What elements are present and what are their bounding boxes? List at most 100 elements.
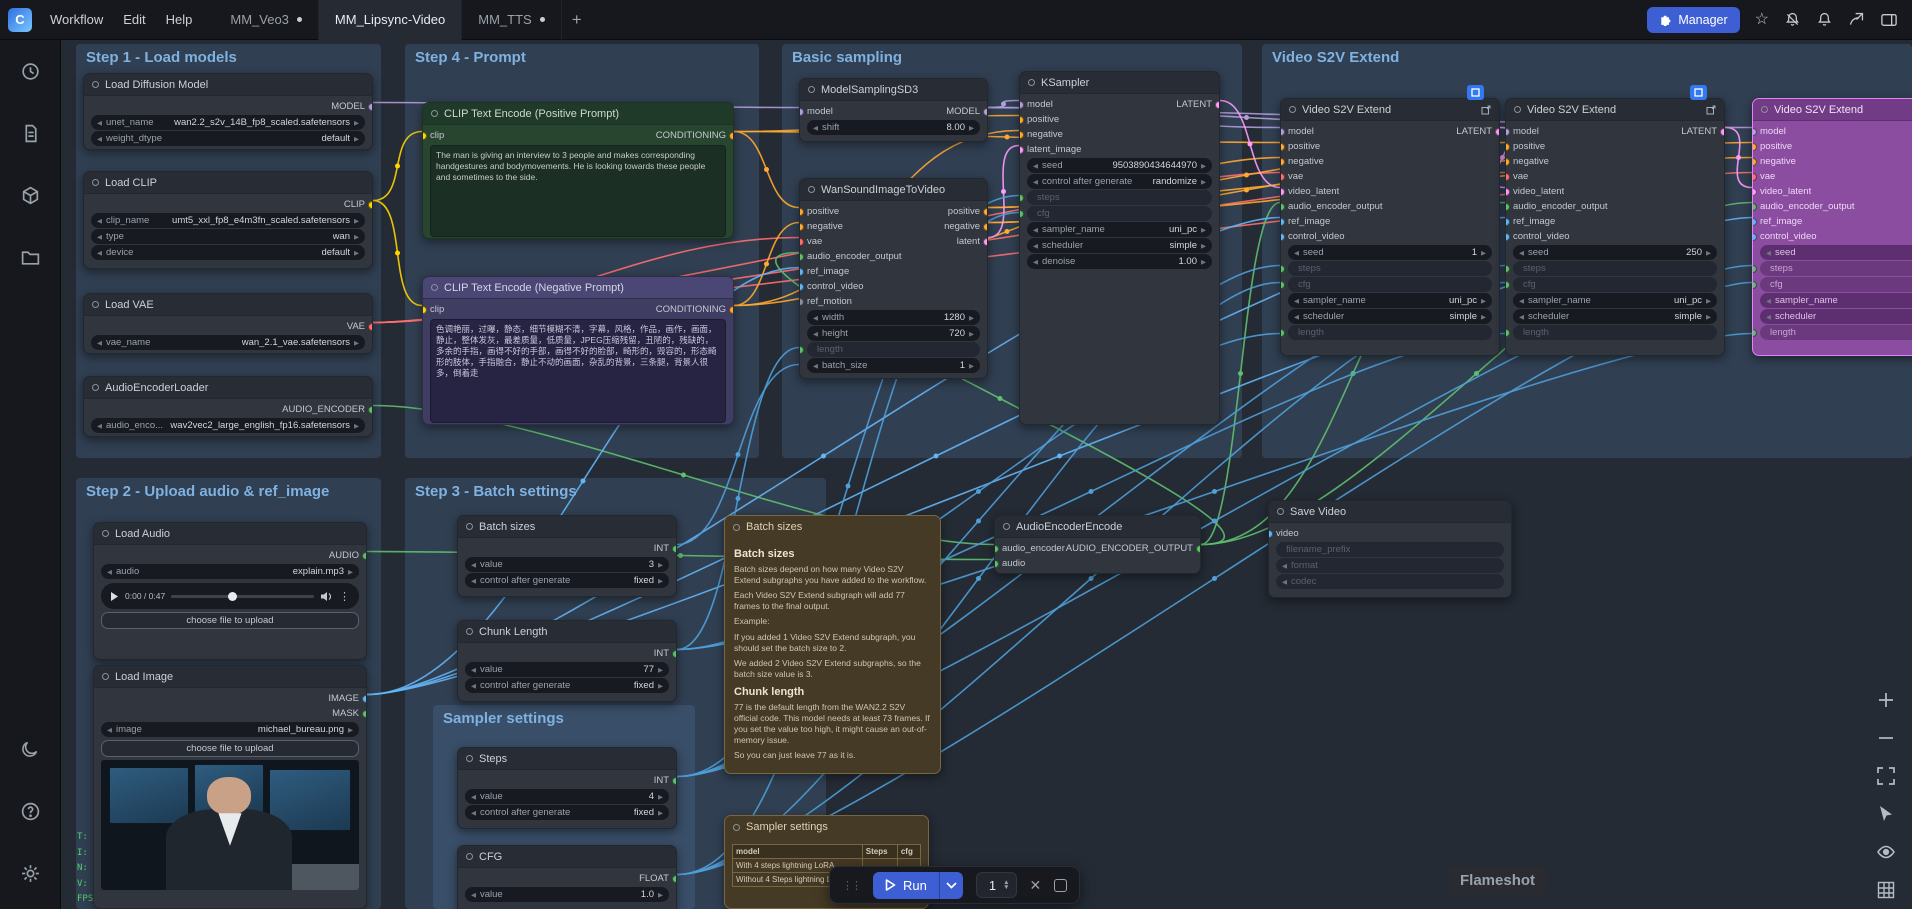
- widget-weight-dtype[interactable]: ◀weight_dtypedefault▶: [91, 131, 365, 146]
- decrement-arrow-icon[interactable]: ◀: [471, 666, 476, 674]
- node-clip-text-encode-positive[interactable]: CLIP Text Encode (Positive Prompt)clipCO…: [422, 102, 734, 239]
- output-port[interactable]: [983, 238, 988, 246]
- input-port[interactable]: [1280, 265, 1285, 273]
- node-header[interactable]: Load Image: [94, 666, 366, 688]
- node-video-s2v-extend-2[interactable]: Video S2V ExtendmodelLATENTpositivenegat…: [1505, 98, 1725, 356]
- node-graph-canvas[interactable]: T: 0.I: 0.N: 6.V: 1.FPS Step 1 - Load mo…: [0, 0, 1912, 909]
- node-header[interactable]: KSampler: [1020, 72, 1219, 94]
- theme-moon-icon[interactable]: [18, 737, 42, 761]
- open-subgraph-icon[interactable]: [1706, 105, 1716, 115]
- output-port[interactable]: [368, 406, 373, 414]
- decrement-arrow-icon[interactable]: ◀: [471, 809, 476, 817]
- output-port[interactable]: [362, 552, 367, 560]
- node-ksampler[interactable]: KSamplermodelLATENTpositivenegativelaten…: [1019, 71, 1220, 425]
- input-port[interactable]: [1752, 203, 1757, 211]
- widget-format[interactable]: ◀format: [1276, 558, 1504, 573]
- increment-arrow-icon[interactable]: ▶: [354, 233, 359, 241]
- widget-scheduler[interactable]: ◀schedulersimple▶: [1288, 309, 1492, 324]
- input-port[interactable]: [799, 268, 804, 276]
- node-batch-sizes[interactable]: Batch sizesINT◀value3▶◀control after gen…: [457, 515, 677, 597]
- increment-arrow-icon[interactable]: ▶: [658, 793, 663, 801]
- widget-steps[interactable]: steps: [1027, 190, 1212, 205]
- node-wan-sound-image-to-video[interactable]: WanSoundImageToVideopositivepositivenega…: [799, 178, 988, 379]
- node-video-s2v-extend-1[interactable]: Video S2V ExtendmodelLATENTpositivenegat…: [1280, 98, 1500, 356]
- collapse-dot-icon[interactable]: [92, 301, 99, 308]
- input-port[interactable]: [1752, 218, 1757, 226]
- input-port[interactable]: [799, 346, 804, 354]
- decrement-arrow-icon[interactable]: ◀: [1294, 313, 1299, 321]
- widget-sampler-name[interactable]: ◀sampler_nameuni_pc▶: [1760, 293, 1912, 308]
- widget-seed[interactable]: ◀seed3▶: [1760, 245, 1912, 260]
- widget-length[interactable]: length: [807, 342, 980, 357]
- widget-cfg[interactable]: cfg: [1760, 277, 1912, 292]
- output-port[interactable]: [368, 323, 373, 331]
- decrement-arrow-icon[interactable]: ◀: [97, 135, 102, 143]
- upload-button[interactable]: choose file to upload: [101, 740, 359, 757]
- node-header[interactable]: CLIP Text Encode (Positive Prompt): [423, 103, 733, 125]
- decrement-arrow-icon[interactable]: ◀: [813, 330, 818, 338]
- output-port[interactable]: [362, 695, 367, 703]
- collapse-dot-icon[interactable]: [1289, 106, 1296, 113]
- decrement-arrow-icon[interactable]: ◀: [1282, 578, 1287, 586]
- input-port[interactable]: [1752, 143, 1757, 151]
- node-chunk-length[interactable]: Chunk LengthINT◀value77▶◀control after g…: [457, 620, 677, 702]
- input-port[interactable]: [1505, 265, 1510, 273]
- widget-clip-name[interactable]: ◀clip_nameumt5_xxl_fp8_e4m3fn_scaled.saf…: [91, 213, 365, 228]
- widget-sampler-name[interactable]: ◀sampler_nameuni_pc▶: [1288, 293, 1492, 308]
- output-port[interactable]: [983, 223, 988, 231]
- node-header[interactable]: CLIP Text Encode (Negative Prompt): [423, 277, 733, 299]
- widget-sampler-name[interactable]: ◀sampler_nameuni_pc▶: [1513, 293, 1717, 308]
- collapse-dot-icon[interactable]: [466, 523, 473, 530]
- input-port[interactable]: [1019, 194, 1024, 202]
- collapse-dot-icon[interactable]: [466, 628, 473, 635]
- input-port[interactable]: [422, 306, 427, 314]
- input-port[interactable]: [1505, 203, 1510, 211]
- prompt-textarea[interactable]: 色调艳丽，过曝，静态，细节模糊不清，字幕，风格，作品，画作，画面，静止，整体发灰…: [430, 319, 726, 423]
- node-header[interactable]: Batch sizes: [725, 516, 940, 538]
- widget-seed[interactable]: ◀seed9503890434644970▶: [1027, 158, 1212, 173]
- widget-seed[interactable]: ◀seed250▶: [1513, 245, 1717, 260]
- collapse-dot-icon[interactable]: [431, 110, 438, 117]
- input-port[interactable]: [799, 283, 804, 291]
- collapse-dot-icon[interactable]: [1761, 106, 1768, 113]
- widget-unet-name[interactable]: ◀unet_namewan2.2_s2v_14B_fp8_scaled.safe…: [91, 115, 365, 130]
- node-header[interactable]: Sampler settings: [725, 816, 928, 838]
- favorites-star-icon[interactable]: ☆: [1755, 12, 1769, 28]
- menu-help[interactable]: Help: [156, 0, 203, 40]
- increment-arrow-icon[interactable]: ▶: [1706, 297, 1711, 305]
- collapse-dot-icon[interactable]: [92, 384, 99, 391]
- manager-button[interactable]: Manager: [1647, 7, 1739, 33]
- increment-arrow-icon[interactable]: ▶: [1481, 297, 1486, 305]
- widget-shift[interactable]: ◀shift8.00▶: [807, 120, 980, 135]
- input-port[interactable]: [1019, 116, 1024, 124]
- node-header[interactable]: ModelSamplingSD3: [800, 79, 987, 101]
- subgraph-badge-icon[interactable]: [1467, 85, 1484, 100]
- increment-arrow-icon[interactable]: ▶: [969, 124, 974, 132]
- input-port[interactable]: [1019, 210, 1024, 218]
- widget-seed[interactable]: ◀seed1▶: [1288, 245, 1492, 260]
- node-load-image[interactable]: Load ImageIMAGEMASK◀imagemichael_bureau.…: [93, 665, 367, 909]
- decrement-arrow-icon[interactable]: ◀: [97, 422, 102, 430]
- input-port[interactable]: [799, 223, 804, 231]
- node-header[interactable]: AudioEncoderEncode: [995, 516, 1200, 538]
- input-port[interactable]: [1505, 143, 1510, 151]
- decrement-arrow-icon[interactable]: ◀: [97, 339, 102, 347]
- node-header[interactable]: AudioEncoderLoader: [84, 377, 372, 399]
- tab-mm-tts[interactable]: MM_TTS: [462, 0, 561, 40]
- input-port[interactable]: [1280, 203, 1285, 211]
- decrement-arrow-icon[interactable]: ◀: [1766, 249, 1771, 257]
- widget-vae-name[interactable]: ◀vae_namewan_2.1_vae.safetensors▶: [91, 335, 365, 350]
- node-header[interactable]: Save Video: [1269, 501, 1511, 523]
- input-port[interactable]: [1268, 530, 1273, 538]
- input-port[interactable]: [1505, 233, 1510, 241]
- widget-audio[interactable]: ◀audioexplain.mp3▶: [101, 564, 359, 579]
- zoom-in-icon[interactable]: [1874, 688, 1898, 712]
- collapse-dot-icon[interactable]: [466, 853, 473, 860]
- batch-count-stepper[interactable]: 1 ▲▼: [976, 872, 1017, 898]
- increment-arrow-icon[interactable]: ▶: [1201, 162, 1206, 170]
- run-options-chevron-icon[interactable]: [939, 872, 963, 899]
- input-port[interactable]: [1505, 173, 1510, 181]
- decrement-arrow-icon[interactable]: ◀: [107, 726, 112, 734]
- decrement-arrow-icon[interactable]: ◀: [471, 682, 476, 690]
- increment-arrow-icon[interactable]: ▶: [658, 561, 663, 569]
